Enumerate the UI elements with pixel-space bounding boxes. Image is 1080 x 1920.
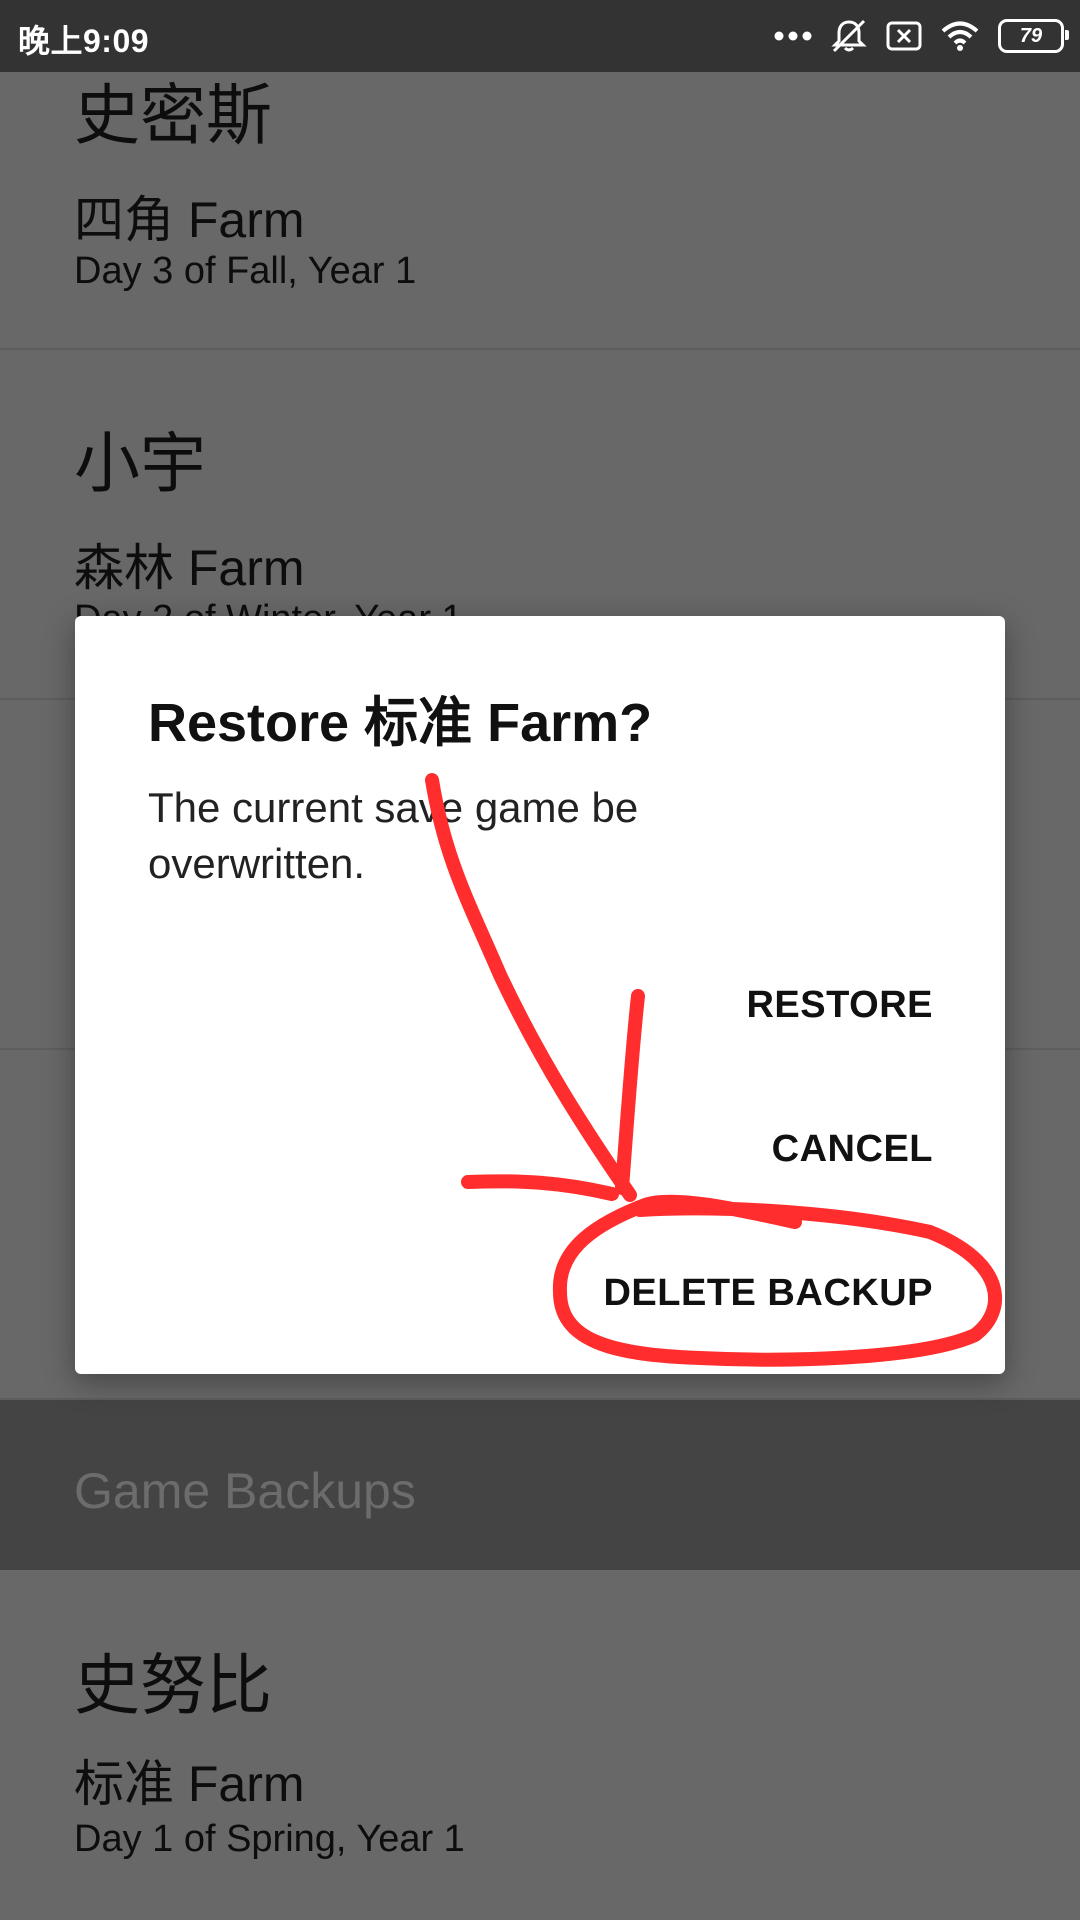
restore-button[interactable]: RESTORE <box>746 984 933 1027</box>
status-bar: 晚上9:09 79 <box>0 0 1080 72</box>
farm-name: 标准 Farm <box>74 1756 305 1812</box>
screen: 史密斯 四角 Farm Day 3 of Fall, Year 1 小宇 森林 … <box>0 0 1080 1920</box>
game-date: Day 3 of Fall, Year 1 <box>74 250 417 292</box>
delete-backup-button[interactable]: DELETE BACKUP <box>603 1272 933 1315</box>
game-date: Day 1 of Spring, Year 1 <box>74 1818 465 1860</box>
battery-level: 79 <box>1019 24 1043 47</box>
section-header-game-backups: Game Backups <box>0 1400 1080 1570</box>
farm-name: 森林 Farm <box>74 540 305 596</box>
wifi-icon <box>940 20 980 52</box>
farm-name: 四角 Farm <box>74 192 305 248</box>
dialog-message: The current save game be overwritten. <box>148 784 639 887</box>
dialog-title: Restore 标准 Farm? <box>148 693 653 753</box>
player-name: 史密斯 <box>74 77 272 154</box>
cancel-button[interactable]: CANCEL <box>772 1128 933 1171</box>
battery-icon: 79 <box>998 19 1069 53</box>
muted-bell-icon <box>830 17 868 55</box>
player-name: 小宇 <box>74 425 206 502</box>
restore-dialog: Restore 标准 Farm? The current save game b… <box>75 616 1005 1374</box>
more-dots-icon <box>774 30 812 42</box>
status-time: 晚上9:09 <box>18 23 150 59</box>
sim-x-icon <box>886 21 922 51</box>
status-icons: 79 <box>774 16 1069 56</box>
player-name: 史努比 <box>74 1647 272 1724</box>
backup-item[interactable]: 史努比 标准 Farm Day 1 of Spring, Year 1 <box>0 1572 1080 1920</box>
section-header-label: Game Backups <box>74 1463 416 1519</box>
